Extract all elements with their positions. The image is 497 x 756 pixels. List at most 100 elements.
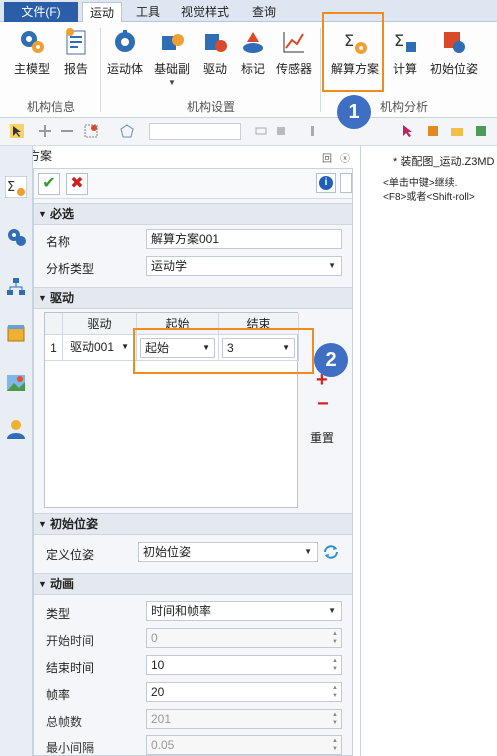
filter-icon[interactable]	[84, 124, 98, 138]
box-tab-icon[interactable]	[5, 322, 27, 344]
group-label-mechanism-analysis: 机构分析	[379, 100, 428, 114]
confirm-button[interactable]: ✔	[38, 173, 60, 195]
ribbon-tab-bar: 文件(F) 运动 工具 视觉样式 查询	[0, 0, 497, 23]
pin-icon[interactable]: 回	[322, 150, 332, 165]
analysis-type-label: 分析类型	[46, 262, 95, 276]
sensor-chart-icon	[283, 32, 304, 53]
report-icon	[66, 28, 86, 55]
tab-query[interactable]: 查询	[244, 2, 284, 22]
hint-line: <单击中键>继续.	[383, 178, 458, 189]
svg-text:Σ: Σ	[7, 180, 15, 195]
drive-select[interactable]: 驱动001 ▼	[66, 338, 133, 358]
collapse-triangle-icon: ▼	[38, 293, 47, 303]
section-animation-header[interactable]: ▼ 动画	[34, 573, 352, 595]
min-interval-input[interactable]: 0.05 ▲ ▼	[146, 735, 342, 755]
start-time-input[interactable]: 0 ▲ ▼	[146, 628, 342, 648]
pointer-icon[interactable]	[400, 124, 414, 138]
chevron-down-icon: ▼	[121, 342, 129, 351]
row-index: 1	[45, 335, 63, 361]
anim-type-select[interactable]: 时间和帧率 ▼	[146, 601, 342, 621]
spin-arrows-icon[interactable]: ▲ ▼	[332, 657, 338, 673]
marker-button[interactable]: 标记	[236, 28, 270, 77]
checkmark-icon: ✔	[42, 175, 56, 192]
book-icon[interactable]	[426, 124, 440, 138]
ribbon: 主模型 报告 机构信息 运动体 基础副 ▼ 驱动 标记 传感器 机构设置 Σ 解…	[0, 22, 497, 118]
drive-button[interactable]: 驱动	[198, 28, 232, 77]
frame-rate-input[interactable]: 20 ▲ ▼	[146, 682, 342, 702]
total-frames-input[interactable]: 201 ▲ ▼	[146, 709, 342, 729]
tab-tools[interactable]: 工具	[130, 2, 166, 22]
hierarchy-tab-icon[interactable]	[5, 276, 27, 298]
motion-body-icon	[115, 30, 135, 52]
initial-pose-icon	[444, 32, 465, 53]
column-header-drive: 驱动	[63, 313, 137, 335]
base-joint-button[interactable]: 基础副 ▼	[150, 28, 194, 87]
refresh-icon[interactable]	[322, 543, 340, 561]
spin-arrows-icon[interactable]: ▲ ▼	[332, 737, 338, 753]
marker-icon	[243, 32, 263, 53]
user-tab-icon[interactable]	[5, 418, 27, 440]
shape-select-icon[interactable]	[120, 124, 134, 138]
report-button[interactable]: 报告	[56, 28, 96, 77]
chevron-down-icon: ▼	[168, 78, 176, 87]
info-button[interactable]: i	[316, 173, 336, 193]
name-field[interactable]: 解算方案001	[146, 229, 342, 249]
cancel-button[interactable]: ✖	[66, 173, 88, 195]
spin-arrows-icon[interactable]: ▲ ▼	[332, 711, 338, 727]
ribbon-separator	[320, 28, 321, 112]
motion-body-button[interactable]: 运动体	[104, 28, 146, 77]
remove-icon[interactable]	[60, 124, 74, 138]
end-time-label: 结束时间	[46, 661, 95, 675]
filter-combo[interactable]	[149, 123, 241, 140]
drive-motor-icon	[205, 34, 227, 52]
tab-visual-style[interactable]: 视觉样式	[172, 2, 238, 22]
drive-cell[interactable]: 驱动001 ▼	[63, 335, 137, 361]
section-initial-pose-header[interactable]: ▼ 初始位姿	[34, 513, 352, 535]
callout-badge-1: 1	[337, 95, 371, 129]
close-panel-icon[interactable]: ⓧ	[340, 150, 350, 165]
tab-motion[interactable]: 运动	[82, 2, 122, 23]
solution-panel: ✔ ✖ i ▼ 必选 名称 解算方案001 分析类型 运动学 ▼ ▼ 驱动 驱动…	[33, 168, 353, 756]
name-label: 名称	[46, 235, 71, 249]
close-icon: ✖	[70, 175, 84, 192]
analysis-type-select[interactable]: 运动学 ▼	[146, 256, 342, 276]
file-menu-tab[interactable]: 文件(F)	[4, 2, 78, 22]
collapse-triangle-icon: ▼	[38, 209, 47, 219]
initial-pose-button[interactable]: 初始位姿	[426, 28, 482, 77]
calculate-button[interactable]: Σ 计算	[388, 28, 422, 77]
section-required-header[interactable]: ▼ 必选	[34, 203, 352, 225]
expand-side-button[interactable]	[340, 173, 352, 193]
info-icon: i	[319, 176, 333, 190]
spin-arrows-icon[interactable]: ▲ ▼	[332, 630, 338, 646]
solution-tab-icon[interactable]: Σ	[5, 176, 27, 198]
sensor-button[interactable]: 传感器	[272, 28, 316, 77]
base-joint-icon	[162, 34, 184, 50]
quick-toolbar	[0, 118, 497, 146]
pane-divider[interactable]	[360, 146, 361, 756]
folder-icon[interactable]	[450, 124, 464, 138]
panel-title: 解算方案	[0, 146, 360, 166]
collapse-triangle-icon: ▼	[38, 519, 47, 529]
add-icon[interactable]	[38, 124, 52, 138]
chevron-down-icon: ▼	[328, 261, 336, 270]
spin-arrows-icon[interactable]: ▲ ▼	[332, 684, 338, 700]
image-tab-icon[interactable]	[5, 372, 27, 394]
action-bar: ✔ ✖ i	[34, 169, 352, 199]
select-cursor-icon[interactable]	[10, 124, 24, 138]
document-tab-title[interactable]: * 装配图_运动.Z3MD	[393, 153, 494, 169]
end-time-input[interactable]: 10 ▲ ▼	[146, 655, 342, 675]
link-icon[interactable]	[254, 124, 268, 138]
define-pose-select[interactable]: 初始位姿 ▼	[138, 542, 318, 562]
chevron-down-icon: ▼	[328, 606, 336, 615]
main-model-button[interactable]: 主模型	[10, 28, 54, 77]
section-drive-header[interactable]: ▼ 驱动	[34, 287, 352, 309]
measure-icon[interactable]	[274, 124, 288, 138]
remove-row-icon[interactable]: −	[317, 393, 329, 416]
align-icon[interactable]	[306, 124, 320, 138]
gear-tab-icon[interactable]	[5, 226, 27, 248]
reset-button[interactable]: 重置	[310, 429, 334, 446]
start-time-label: 开始时间	[46, 634, 95, 648]
export-icon[interactable]	[474, 124, 488, 138]
callout-badge-2: 2	[314, 343, 348, 377]
ribbon-separator	[100, 28, 101, 112]
